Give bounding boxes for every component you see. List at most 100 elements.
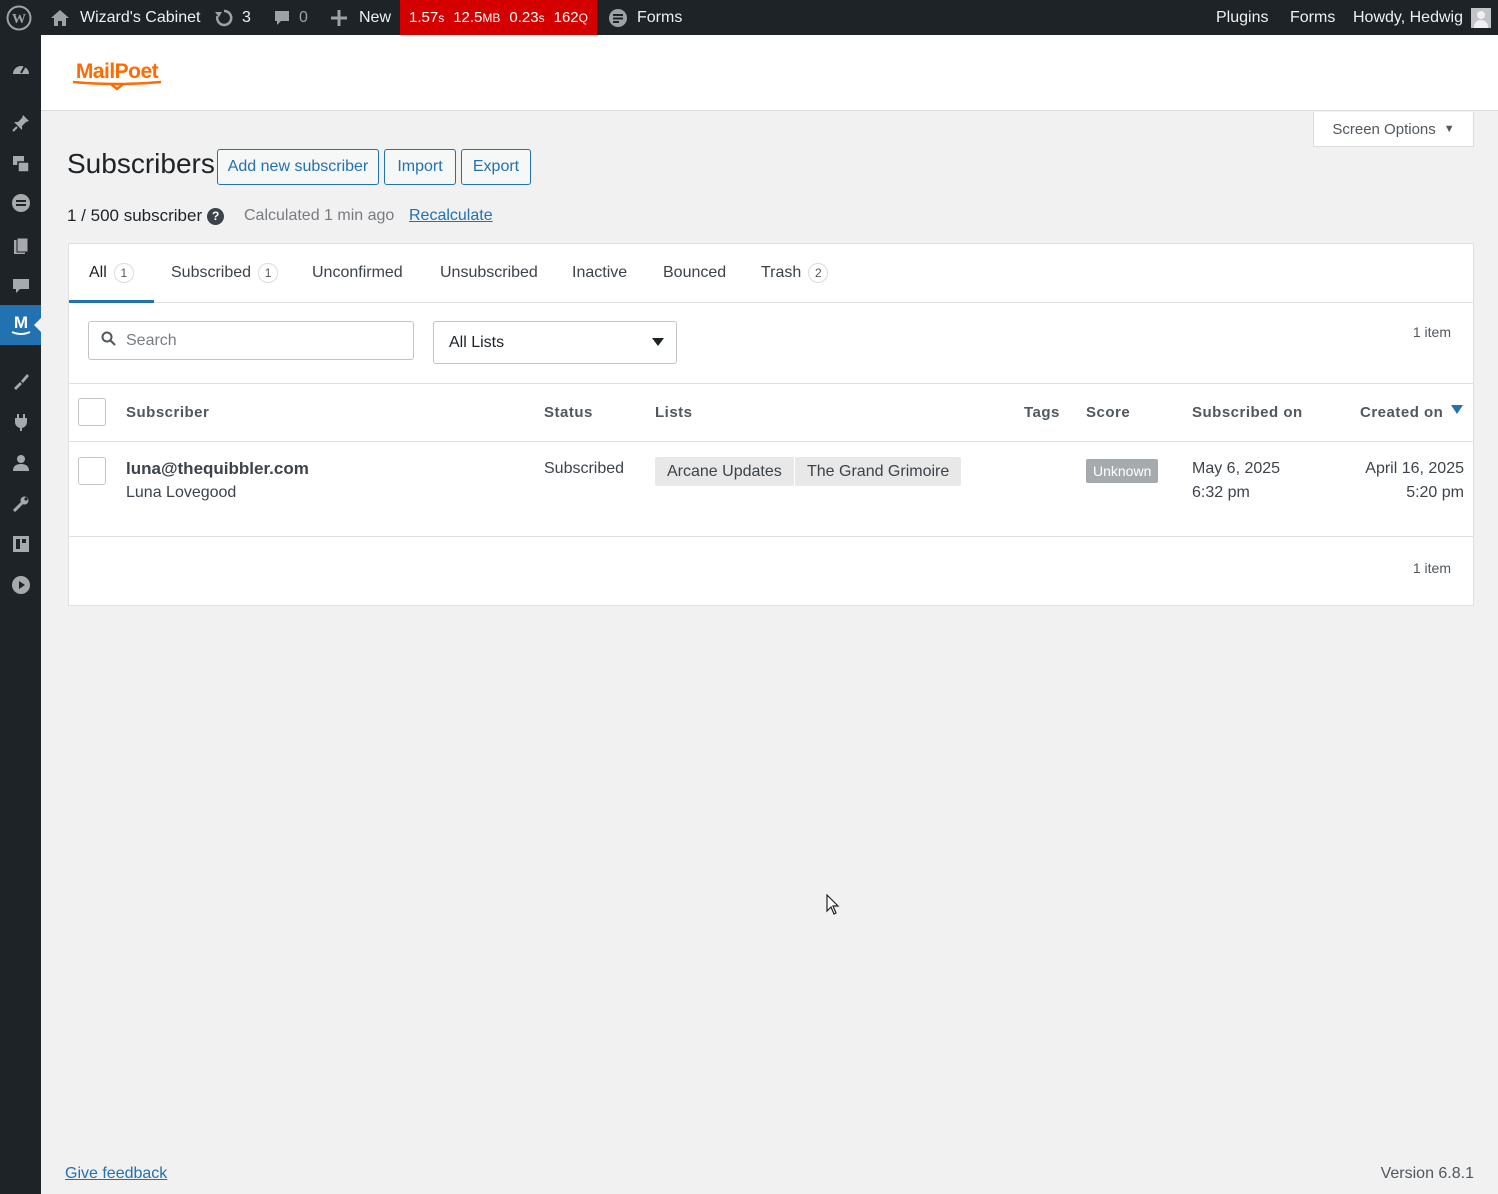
tab-label: Trash xyxy=(761,264,802,281)
tab-subscribed[interactable]: Subscribed 1 xyxy=(171,244,279,302)
forms-icon xyxy=(608,8,628,28)
tab-bounced[interactable]: Bounced xyxy=(663,244,726,302)
subscriber-status: Subscribed xyxy=(544,460,625,477)
my-account-link[interactable]: Howdy, Hedwig xyxy=(1353,0,1491,35)
perf-memory: 12.5MB xyxy=(453,9,501,26)
new-content-link[interactable]: New xyxy=(331,0,391,35)
column-subscriber[interactable]: Subscriber xyxy=(126,384,209,441)
calculated-text: Calculated 1 min ago xyxy=(244,207,395,224)
admin-sidebar: M xyxy=(0,35,41,1194)
column-score[interactable]: Score xyxy=(1086,384,1130,441)
tab-label: All xyxy=(89,264,107,281)
perf-queries: 162Q xyxy=(553,9,588,26)
subscribers-card: All 1 Subscribed 1 Unconfirmed Unsubscri… xyxy=(68,243,1474,606)
plugins-link[interactable]: Plugins xyxy=(1216,0,1268,35)
screen-options-label: Screen Options xyxy=(1332,120,1436,138)
home-icon xyxy=(50,9,70,27)
tools-icon[interactable] xyxy=(0,484,41,524)
users-icon[interactable] xyxy=(0,443,41,483)
settings-icon[interactable] xyxy=(0,524,41,564)
updates-icon xyxy=(214,8,234,28)
items-count-top: 1 item xyxy=(1412,324,1451,340)
play-icon[interactable] xyxy=(0,565,41,605)
avatar xyxy=(1470,7,1491,28)
row-checkbox[interactable] xyxy=(78,457,106,485)
comments-icon[interactable] xyxy=(0,266,41,306)
search-input[interactable] xyxy=(124,330,398,351)
export-button[interactable]: Export xyxy=(461,149,531,185)
give-feedback-link[interactable]: Give feedback xyxy=(65,1165,167,1183)
pin-icon[interactable] xyxy=(0,103,41,143)
pages-icon[interactable] xyxy=(0,226,41,266)
wordpress-logo-icon[interactable]: W xyxy=(6,0,32,35)
subscribed-date: May 6, 2025 xyxy=(1192,460,1281,477)
svg-text:W: W xyxy=(12,12,26,27)
howdy-text: Howdy, Hedwig xyxy=(1353,8,1463,26)
created-date: April 16, 2025 xyxy=(1365,460,1464,477)
forms-right-link[interactable]: Forms xyxy=(1290,0,1335,35)
items-count-bottom: 1 item xyxy=(1412,560,1451,576)
column-created-on[interactable]: Created on xyxy=(1360,384,1464,441)
tab-inactive[interactable]: Inactive xyxy=(572,244,627,302)
media-icon[interactable] xyxy=(0,144,41,184)
column-subscribed-on[interactable]: Subscribed on xyxy=(1192,384,1303,441)
column-status[interactable]: Status xyxy=(544,384,593,441)
column-created-on-label: Created on xyxy=(1360,404,1444,421)
created-time: 5:20 pm xyxy=(1406,484,1464,501)
score-badge: Unknown xyxy=(1086,459,1159,483)
comments-link[interactable]: 0 xyxy=(273,0,308,35)
list-filter-select[interactable]: All Lists xyxy=(433,321,677,364)
sort-desc-icon xyxy=(1451,405,1464,414)
search-field[interactable] xyxy=(88,321,414,360)
subscriber-email-link[interactable]: luna@thequibbler.com xyxy=(126,459,309,479)
site-name: Wizard's Cabinet xyxy=(80,8,201,26)
mailpoet-icon[interactable]: M xyxy=(0,305,41,345)
new-label: New xyxy=(359,8,392,26)
site-name-link[interactable]: Wizard's Cabinet xyxy=(50,0,200,35)
comment-icon xyxy=(273,9,291,27)
add-new-subscriber-button[interactable]: Add new subscriber xyxy=(217,149,379,185)
query-monitor-stats[interactable]: 1.57s 12.5MB 0.23s 162Q xyxy=(400,0,597,35)
import-button[interactable]: Import xyxy=(384,149,456,185)
appearance-icon[interactable] xyxy=(0,361,41,401)
forms-label: Forms xyxy=(637,8,683,26)
search-icon xyxy=(89,331,116,351)
list-filter-value: All Lists xyxy=(449,333,505,351)
help-icon[interactable]: ? xyxy=(207,207,225,225)
svg-text:MailPoet: MailPoet xyxy=(76,60,159,83)
updates-count: 3 xyxy=(242,8,251,26)
dashboard-icon[interactable] xyxy=(0,50,41,90)
recalculate-link[interactable]: Recalculate xyxy=(409,207,493,225)
tab-count: 2 xyxy=(808,263,829,283)
subscriber-count: 1 / 500 subscriber xyxy=(67,206,203,225)
status-tabs: All 1 Subscribed 1 Unconfirmed Unsubscri… xyxy=(69,244,1473,303)
tab-all[interactable]: All 1 xyxy=(69,244,154,303)
comments-count: 0 xyxy=(299,8,308,26)
chevron-down-icon xyxy=(652,338,664,346)
tab-label: Subscribed xyxy=(171,264,252,281)
subscriber-name: Luna Lovegood xyxy=(126,484,237,501)
forms-icon[interactable] xyxy=(0,183,41,223)
admin-bar: W Wizard's Cabinet 3 0 New 1.57s 12.5MB … xyxy=(0,0,1498,35)
table-row: luna@thequibbler.com Luna Lovegood Subsc… xyxy=(69,442,1473,537)
select-all-checkbox[interactable] xyxy=(78,398,106,426)
tab-unconfirmed[interactable]: Unconfirmed xyxy=(312,244,403,302)
subscribed-time: 6:32 pm xyxy=(1192,484,1250,501)
tab-trash[interactable]: Trash 2 xyxy=(761,244,829,302)
plugins-icon[interactable] xyxy=(0,402,41,442)
mouse-cursor-icon xyxy=(826,893,840,921)
list-chip: Arcane Updates xyxy=(655,457,794,486)
mailpoet-header: MailPoet xyxy=(41,35,1498,111)
tab-count: 1 xyxy=(113,263,134,283)
column-tags: Tags xyxy=(1024,404,1060,421)
perf-query-time: 0.23s xyxy=(509,9,545,26)
column-lists: Lists xyxy=(655,404,693,421)
mailpoet-logo[interactable]: MailPoet xyxy=(71,55,163,96)
plus-icon xyxy=(331,9,347,26)
list-chip: The Grand Grimoire xyxy=(795,457,962,486)
tab-unsubscribed[interactable]: Unsubscribed xyxy=(440,244,538,302)
forms-link[interactable]: Forms xyxy=(608,0,682,35)
tab-count: 1 xyxy=(258,263,279,283)
updates-link[interactable]: 3 xyxy=(214,0,251,35)
screen-options-button[interactable]: Screen Options ▼ xyxy=(1313,112,1474,147)
